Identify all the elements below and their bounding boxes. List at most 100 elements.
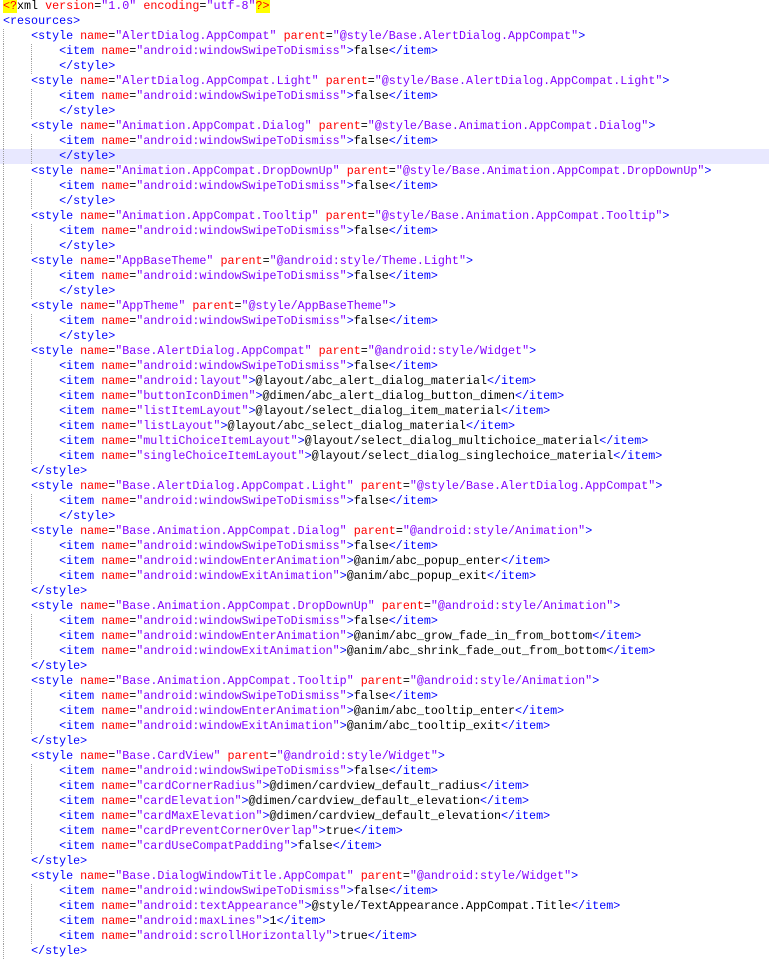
element-text: false	[353, 179, 389, 193]
code-line-row[interactable]: <item name="android:windowSwipeToDismiss…	[3, 494, 769, 509]
attribute-name: name	[101, 644, 130, 658]
code-line-row[interactable]: <item name="android:windowExitAnimation"…	[3, 644, 769, 659]
code-line-row[interactable]: <item name="android:scrollHorizontally">…	[3, 929, 769, 944]
code-line-row[interactable]: <item name="cardElevation">@dimen/cardvi…	[3, 794, 769, 809]
code-line-row[interactable]: <resources>	[3, 14, 769, 29]
code-line-row[interactable]: </style>	[3, 59, 769, 74]
code-line-row[interactable]: <style name="AppBaseTheme" parent="@andr…	[3, 254, 769, 269]
indent-guide	[31, 839, 32, 854]
indent-guide	[3, 164, 4, 179]
code-line-row[interactable]: <item name="android:windowExitAnimation"…	[3, 569, 769, 584]
code-line-row[interactable]: </style>	[3, 944, 769, 959]
attribute-name: name	[101, 554, 130, 568]
code-line-row[interactable]: <style name="Animation.AppCompat.DropDow…	[3, 164, 769, 179]
code-line-row[interactable]: </style>	[3, 284, 769, 299]
code-line-row[interactable]: <?xml version="1.0" encoding="utf-8"?>	[3, 0, 769, 14]
code-line-row[interactable]: </style>	[3, 464, 769, 479]
attribute-name: name	[80, 869, 109, 883]
element-text: @layout/select_dialog_item_material	[255, 404, 501, 418]
code-line-row[interactable]: <item name="android:windowSwipeToDismiss…	[3, 689, 769, 704]
tag-name: style	[38, 74, 74, 88]
code-line-row[interactable]: <item name="listLayout">@layout/abc_sele…	[3, 419, 769, 434]
attribute-name: name	[101, 704, 130, 718]
indent-guide	[3, 794, 4, 809]
code-line-row[interactable]: <style name="Animation.AppCompat.Dialog"…	[3, 119, 769, 134]
attribute-name: name	[80, 344, 109, 358]
code-line-row[interactable]: <style name="AppTheme" parent="@style/Ap…	[3, 299, 769, 314]
code-line-row[interactable]: </style>	[3, 194, 769, 209]
code-line-row[interactable]: <item name="android:windowEnterAnimation…	[3, 629, 769, 644]
code-line-row[interactable]: <item name="multiChoiceItemLayout">@layo…	[3, 434, 769, 449]
code-line-row[interactable]: </style>	[3, 509, 769, 524]
code-line-row[interactable]: <item name="android:windowSwipeToDismiss…	[3, 44, 769, 59]
indent-guide	[3, 824, 4, 839]
equals-sign: =	[388, 164, 396, 178]
code-line-row[interactable]: <item name="android:windowSwipeToDismiss…	[3, 359, 769, 374]
code-line-row[interactable]: <item name="cardPreventCornerOverlap">tr…	[3, 824, 769, 839]
attribute-value: "android:scrollHorizontally"	[136, 929, 333, 943]
code-line-row[interactable]: </style>	[0, 149, 769, 164]
tag-name: item	[66, 644, 95, 658]
code-line-row[interactable]: <item name="cardUseCompatPadding">false<…	[3, 839, 769, 854]
code-line-row[interactable]: <item name="android:layout">@layout/abc_…	[3, 374, 769, 389]
code-line-row[interactable]: </style>	[3, 734, 769, 749]
equals-sign: =	[269, 749, 277, 763]
attribute-name: name	[101, 404, 130, 418]
element-text: @anim/abc_tooltip_enter	[353, 704, 516, 718]
code-line-row[interactable]: <item name="android:windowSwipeToDismiss…	[3, 224, 769, 239]
code-line-row[interactable]: </style>	[3, 584, 769, 599]
code-line-row[interactable]: <style name="AlertDialog.AppCompat" pare…	[3, 29, 769, 44]
code-line-row[interactable]: <item name="buttonIconDimen">@dimen/abc_…	[3, 389, 769, 404]
element-text: false	[353, 44, 389, 58]
code-line-row[interactable]: <item name="android:maxLines">1</item>	[3, 914, 769, 929]
closing-tag: </item>	[501, 809, 551, 823]
code-line-row[interactable]: <style name="Animation.AppCompat.Tooltip…	[3, 209, 769, 224]
code-line-row[interactable]: </style>	[3, 854, 769, 869]
code-line-row[interactable]: <item name="cardCornerRadius">@dimen/car…	[3, 779, 769, 794]
attribute-name: name	[80, 299, 109, 313]
code-line-row[interactable]: </style>	[3, 104, 769, 119]
code-line-row[interactable]: <item name="android:windowSwipeToDismiss…	[3, 884, 769, 899]
code-line-row[interactable]: <item name="android:windowSwipeToDismiss…	[3, 134, 769, 149]
code-line-row[interactable]: <style name="Base.Animation.AppCompat.Dr…	[3, 599, 769, 614]
code-line-row[interactable]: <style name="Base.Animation.AppCompat.Di…	[3, 524, 769, 539]
code-line-row[interactable]: <style name="Base.Animation.AppCompat.To…	[3, 674, 769, 689]
closing-tag: </style>	[59, 194, 116, 208]
code-line-row[interactable]: <item name="android:windowSwipeToDismiss…	[3, 269, 769, 284]
code-line-row[interactable]: </style>	[3, 329, 769, 344]
tag-bracket: >	[248, 404, 256, 418]
closing-tag: </item>	[332, 839, 382, 853]
code-line-row[interactable]: <item name="cardMaxElevation">@dimen/car…	[3, 809, 769, 824]
code-line-row[interactable]: <item name="android:windowSwipeToDismiss…	[3, 89, 769, 104]
attribute-value: "android:windowSwipeToDismiss"	[136, 494, 347, 508]
code-line-row[interactable]: </style>	[3, 659, 769, 674]
indent-guide	[31, 179, 32, 194]
code-line-row[interactable]: <item name="android:windowSwipeToDismiss…	[3, 614, 769, 629]
attribute-value: "@style/AppBaseTheme"	[241, 299, 389, 313]
attribute-name: name	[80, 524, 109, 538]
tag-bracket: >	[346, 179, 354, 193]
code-line-row[interactable]: <style name="Base.DialogWindowTitle.AppC…	[3, 869, 769, 884]
tag-name: item	[66, 614, 95, 628]
code-line: </style>	[3, 464, 87, 478]
code-line-row[interactable]: <item name="android:windowEnterAnimation…	[3, 704, 769, 719]
tag-name: style	[38, 299, 74, 313]
tag-bracket: >	[346, 629, 354, 643]
code-line-row[interactable]: <style name="Base.AlertDialog.AppCompat"…	[3, 344, 769, 359]
closing-tag: </style>	[59, 239, 116, 253]
code-line-row[interactable]: <item name="android:windowSwipeToDismiss…	[3, 314, 769, 329]
code-editor[interactable]: <?xml version="1.0" encoding="utf-8"?> <r…	[0, 0, 769, 959]
code-line-row[interactable]: <item name="android:windowSwipeToDismiss…	[3, 179, 769, 194]
code-line-row[interactable]: <style name="AlertDialog.AppCompat.Light…	[3, 74, 769, 89]
code-line-row[interactable]: <item name="android:windowEnterAnimation…	[3, 554, 769, 569]
code-line-row[interactable]: <style name="Base.AlertDialog.AppCompat.…	[3, 479, 769, 494]
code-line-row[interactable]: <style name="Base.CardView" parent="@and…	[3, 749, 769, 764]
code-line-row[interactable]: <item name="singleChoiceItemLayout">@lay…	[3, 449, 769, 464]
code-line-row[interactable]: <item name="android:windowSwipeToDismiss…	[3, 764, 769, 779]
code-line-row[interactable]: <item name="listItemLayout">@layout/sele…	[3, 404, 769, 419]
code-line-row[interactable]: <item name="android:textAppearance">@sty…	[3, 899, 769, 914]
code-line-row[interactable]: <item name="android:windowExitAnimation"…	[3, 719, 769, 734]
code-line-row[interactable]: <item name="android:windowSwipeToDismiss…	[3, 539, 769, 554]
code-line-row[interactable]: </style>	[3, 239, 769, 254]
indent-guide	[3, 854, 4, 869]
